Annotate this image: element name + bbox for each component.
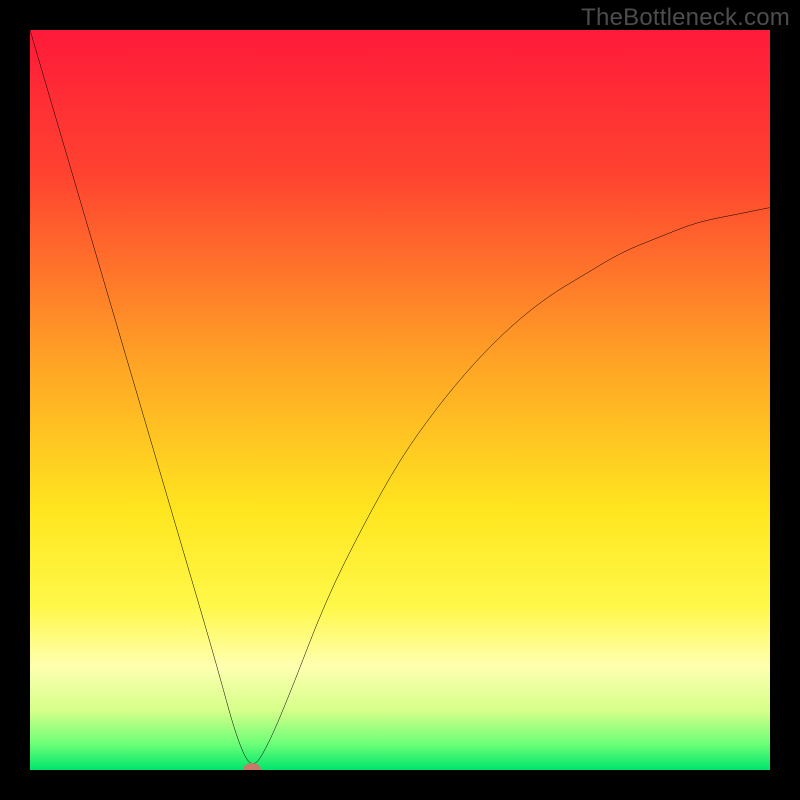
plot-area <box>30 30 770 770</box>
chart-frame: TheBottleneck.com <box>0 0 800 800</box>
watermark-text: TheBottleneck.com <box>581 4 790 32</box>
optimal-point-marker <box>243 763 261 770</box>
bottleneck-curve <box>30 30 770 770</box>
